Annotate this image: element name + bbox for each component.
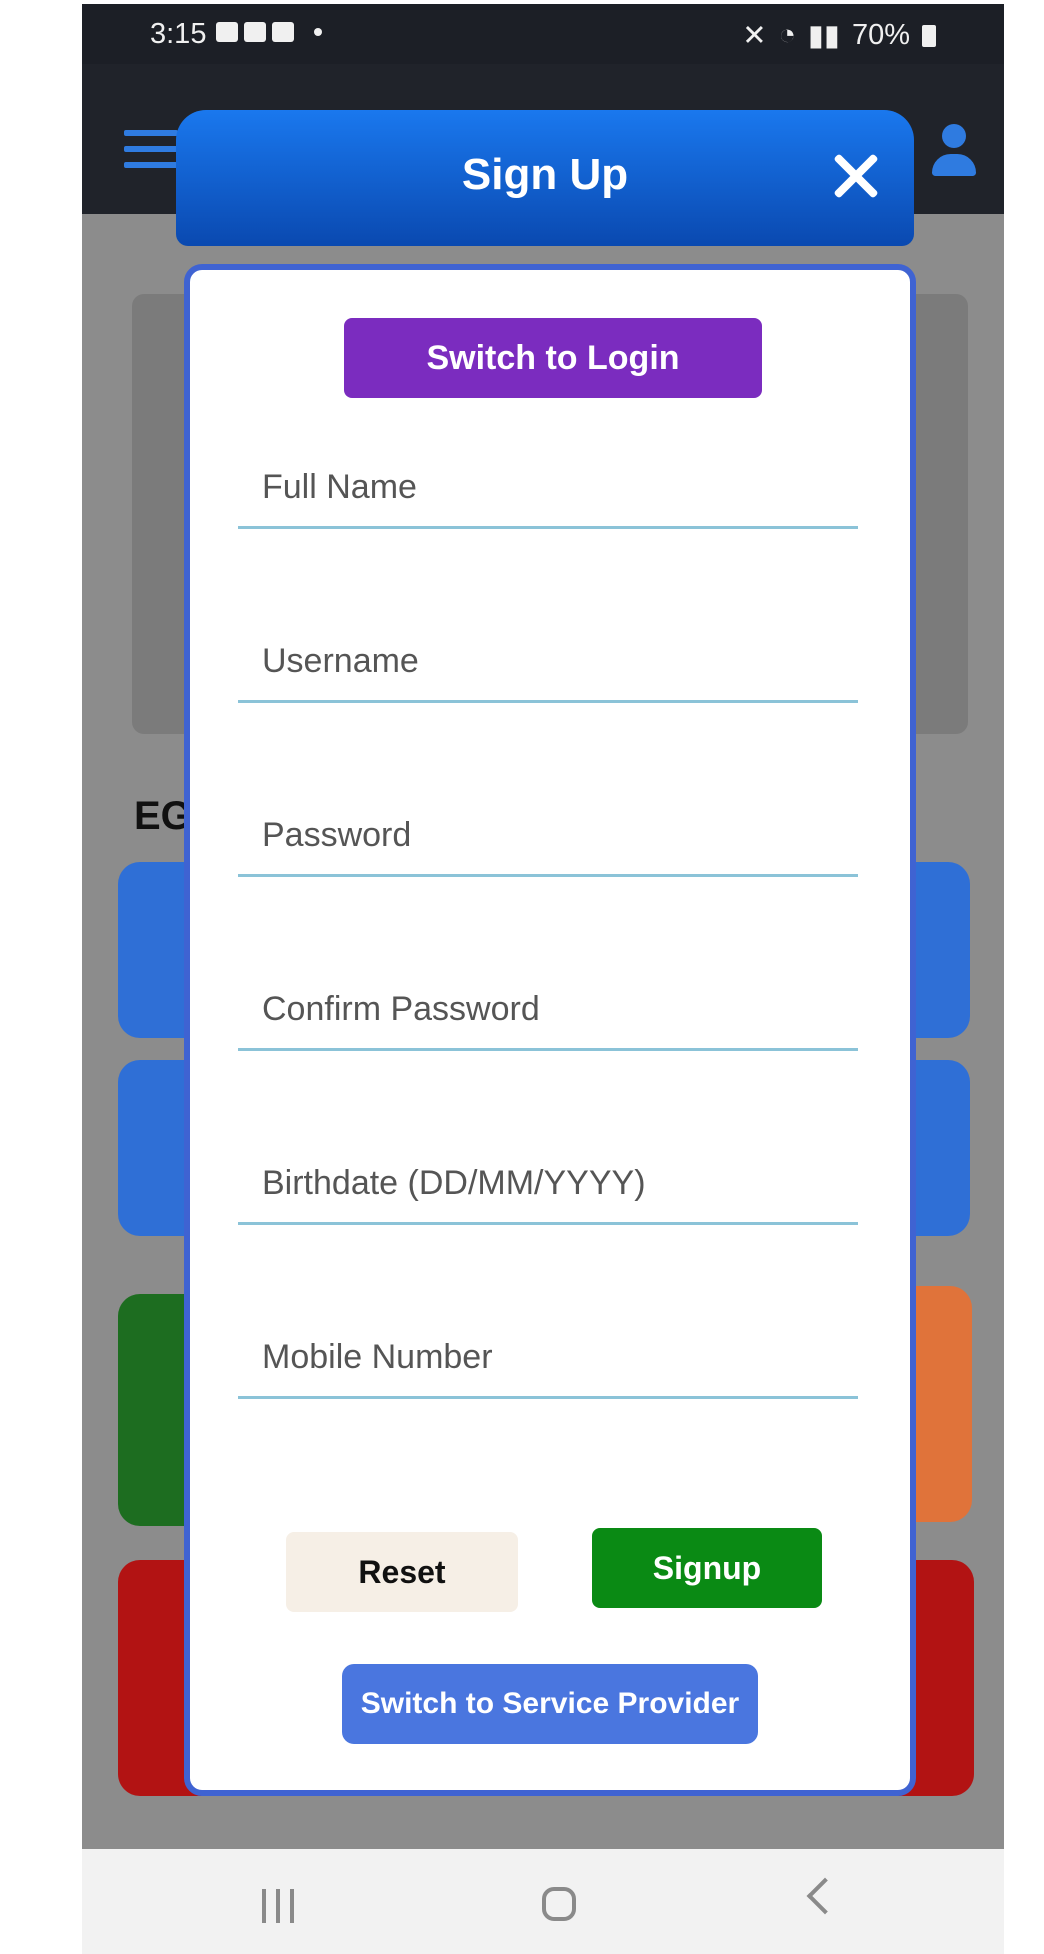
username-field <box>238 610 882 703</box>
switch-to-login-button[interactable]: Switch to Login <box>344 318 762 398</box>
back-icon[interactable] <box>806 1877 844 1915</box>
signup-form: Switch to Login Reset Signup Switch to S… <box>184 264 916 1796</box>
wifi-icon: ◔ <box>778 19 797 51</box>
birthdate-field <box>238 1132 882 1225</box>
password-input[interactable] <box>238 800 882 870</box>
mute-icon: ✕ <box>742 20 767 52</box>
confirm-password-input[interactable] <box>238 974 882 1044</box>
full-name-input[interactable] <box>238 452 882 522</box>
notification-icons <box>216 22 322 42</box>
mobile-number-field <box>238 1306 882 1399</box>
home-icon[interactable] <box>542 1887 576 1921</box>
system-icons: ✕ ◔ ▮▮ 70% <box>742 18 936 53</box>
more-notifications-icon <box>314 28 322 36</box>
user-icon[interactable] <box>930 124 978 180</box>
youtube-icon <box>272 22 294 42</box>
reset-button[interactable]: Reset <box>286 1532 518 1612</box>
switch-to-service-provider-button[interactable]: Switch to Service Provider <box>342 1664 758 1744</box>
username-input[interactable] <box>238 626 882 696</box>
youtube-icon <box>244 22 266 42</box>
signup-modal-header: Sign Up <box>176 110 914 246</box>
mobile-number-input[interactable] <box>238 1322 882 1392</box>
modal-title: Sign Up <box>461 150 629 199</box>
password-field <box>238 784 882 877</box>
status-bar: 3:15 ✕ ◔ ▮▮ 70% <box>82 4 1004 64</box>
close-icon[interactable] <box>830 150 882 202</box>
signal-icon: ▮▮ <box>808 20 840 52</box>
signup-button[interactable]: Signup <box>592 1528 822 1608</box>
confirm-password-field <box>238 958 882 1051</box>
birthdate-input[interactable] <box>238 1148 882 1218</box>
status-time: 3:15 <box>150 18 207 50</box>
recent-apps-icon[interactable] <box>262 1889 294 1923</box>
full-name-field <box>238 436 882 529</box>
system-navigation-bar <box>82 1849 1004 1954</box>
menu-icon[interactable] <box>124 130 178 170</box>
gallery-icon <box>216 22 238 42</box>
battery-level: 70% <box>851 19 910 51</box>
battery-icon <box>922 24 936 47</box>
